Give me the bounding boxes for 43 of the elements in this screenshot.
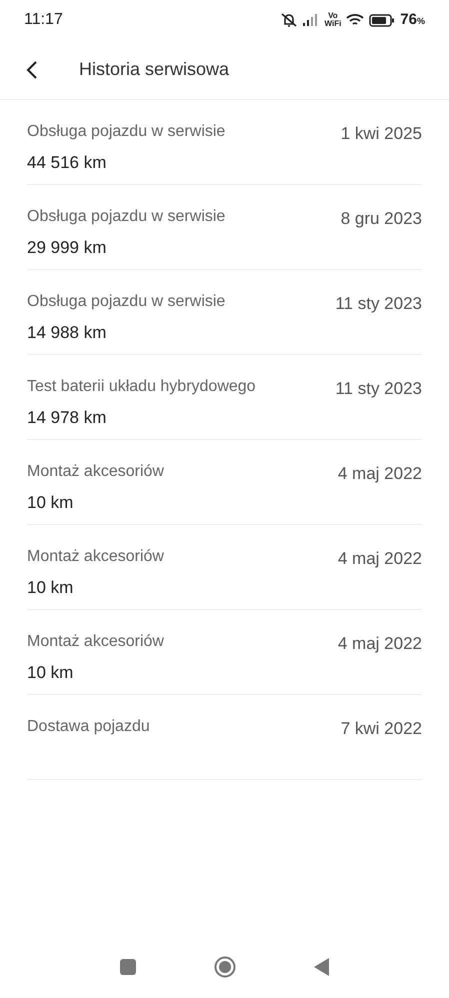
home-icon[interactable] bbox=[214, 956, 236, 978]
service-type: Montaż akcesoriów bbox=[27, 632, 164, 652]
vowifi-label: Vo WiFi bbox=[324, 12, 342, 28]
battery-icon bbox=[369, 14, 396, 26]
service-date: 11 sty 2023 bbox=[335, 293, 422, 315]
service-date: 4 maj 2022 bbox=[338, 463, 422, 485]
service-entry[interactable]: Obsługa pojazdu w serwisie 29 999 km 8 gru 2023 bbox=[27, 185, 422, 270]
service-type: Test baterii układu hybrydowego bbox=[27, 377, 256, 397]
service-type: Obsługa pojazdu w serwisie bbox=[27, 122, 226, 142]
service-type: Dostawa pojazdu bbox=[27, 717, 150, 737]
service-type: Montaż akcesoriów bbox=[27, 462, 164, 482]
status-time: 11:17 bbox=[24, 10, 63, 30]
wifi-icon bbox=[346, 13, 364, 27]
service-date: 7 kwi 2022 bbox=[340, 718, 422, 740]
service-mileage: 10 km bbox=[27, 577, 74, 599]
service-entry[interactable]: Test baterii układu hybrydowego 14 978 km 11 sty 2023 bbox=[27, 355, 422, 440]
service-date: 8 gru 2023 bbox=[340, 208, 422, 230]
service-mileage: 29 999 km bbox=[27, 237, 108, 259]
service-mileage: 44 516 km bbox=[27, 152, 108, 174]
service-date: 4 maj 2022 bbox=[338, 633, 422, 655]
service-mileage: 14 978 km bbox=[27, 407, 108, 429]
service-entry[interactable]: Montaż akcesoriów 10 km 4 maj 2022 bbox=[27, 610, 422, 695]
service-type: Obsługa pojazdu w serwisie bbox=[27, 207, 226, 227]
service-mileage: 10 km bbox=[27, 662, 74, 684]
muted-bell-icon bbox=[280, 12, 298, 28]
service-mileage: 10 km bbox=[27, 492, 74, 514]
page-title: Historia serwisowa bbox=[79, 58, 230, 81]
service-type: Montaż akcesoriów bbox=[27, 547, 164, 567]
service-date: 4 maj 2022 bbox=[338, 548, 422, 570]
battery-percent: 76% bbox=[400, 10, 425, 30]
service-entry[interactable]: Montaż akcesoriów 10 km 4 maj 2022 bbox=[27, 525, 422, 610]
signal-icon bbox=[303, 14, 320, 26]
service-entry[interactable]: Montaż akcesoriów 10 km 4 maj 2022 bbox=[27, 440, 422, 525]
recent-apps-icon[interactable] bbox=[120, 958, 136, 974]
service-date: 11 sty 2023 bbox=[335, 378, 422, 400]
back-nav-icon[interactable] bbox=[314, 958, 330, 976]
service-entry[interactable]: Obsługa pojazdu w serwisie 14 988 km 11 sty 2023 bbox=[27, 270, 422, 355]
service-entry[interactable]: Dostawa pojazdu 7 kwi 2022 bbox=[27, 695, 422, 780]
service-mileage: 14 988 km bbox=[27, 322, 108, 344]
service-entry[interactable]: Obsługa pojazdu w serwisie 44 516 km 1 kwi 2025 bbox=[27, 100, 422, 185]
service-type: Obsługa pojazdu w serwisie bbox=[27, 292, 226, 312]
service-date: 1 kwi 2025 bbox=[340, 123, 422, 145]
back-icon bbox=[26, 60, 38, 80]
